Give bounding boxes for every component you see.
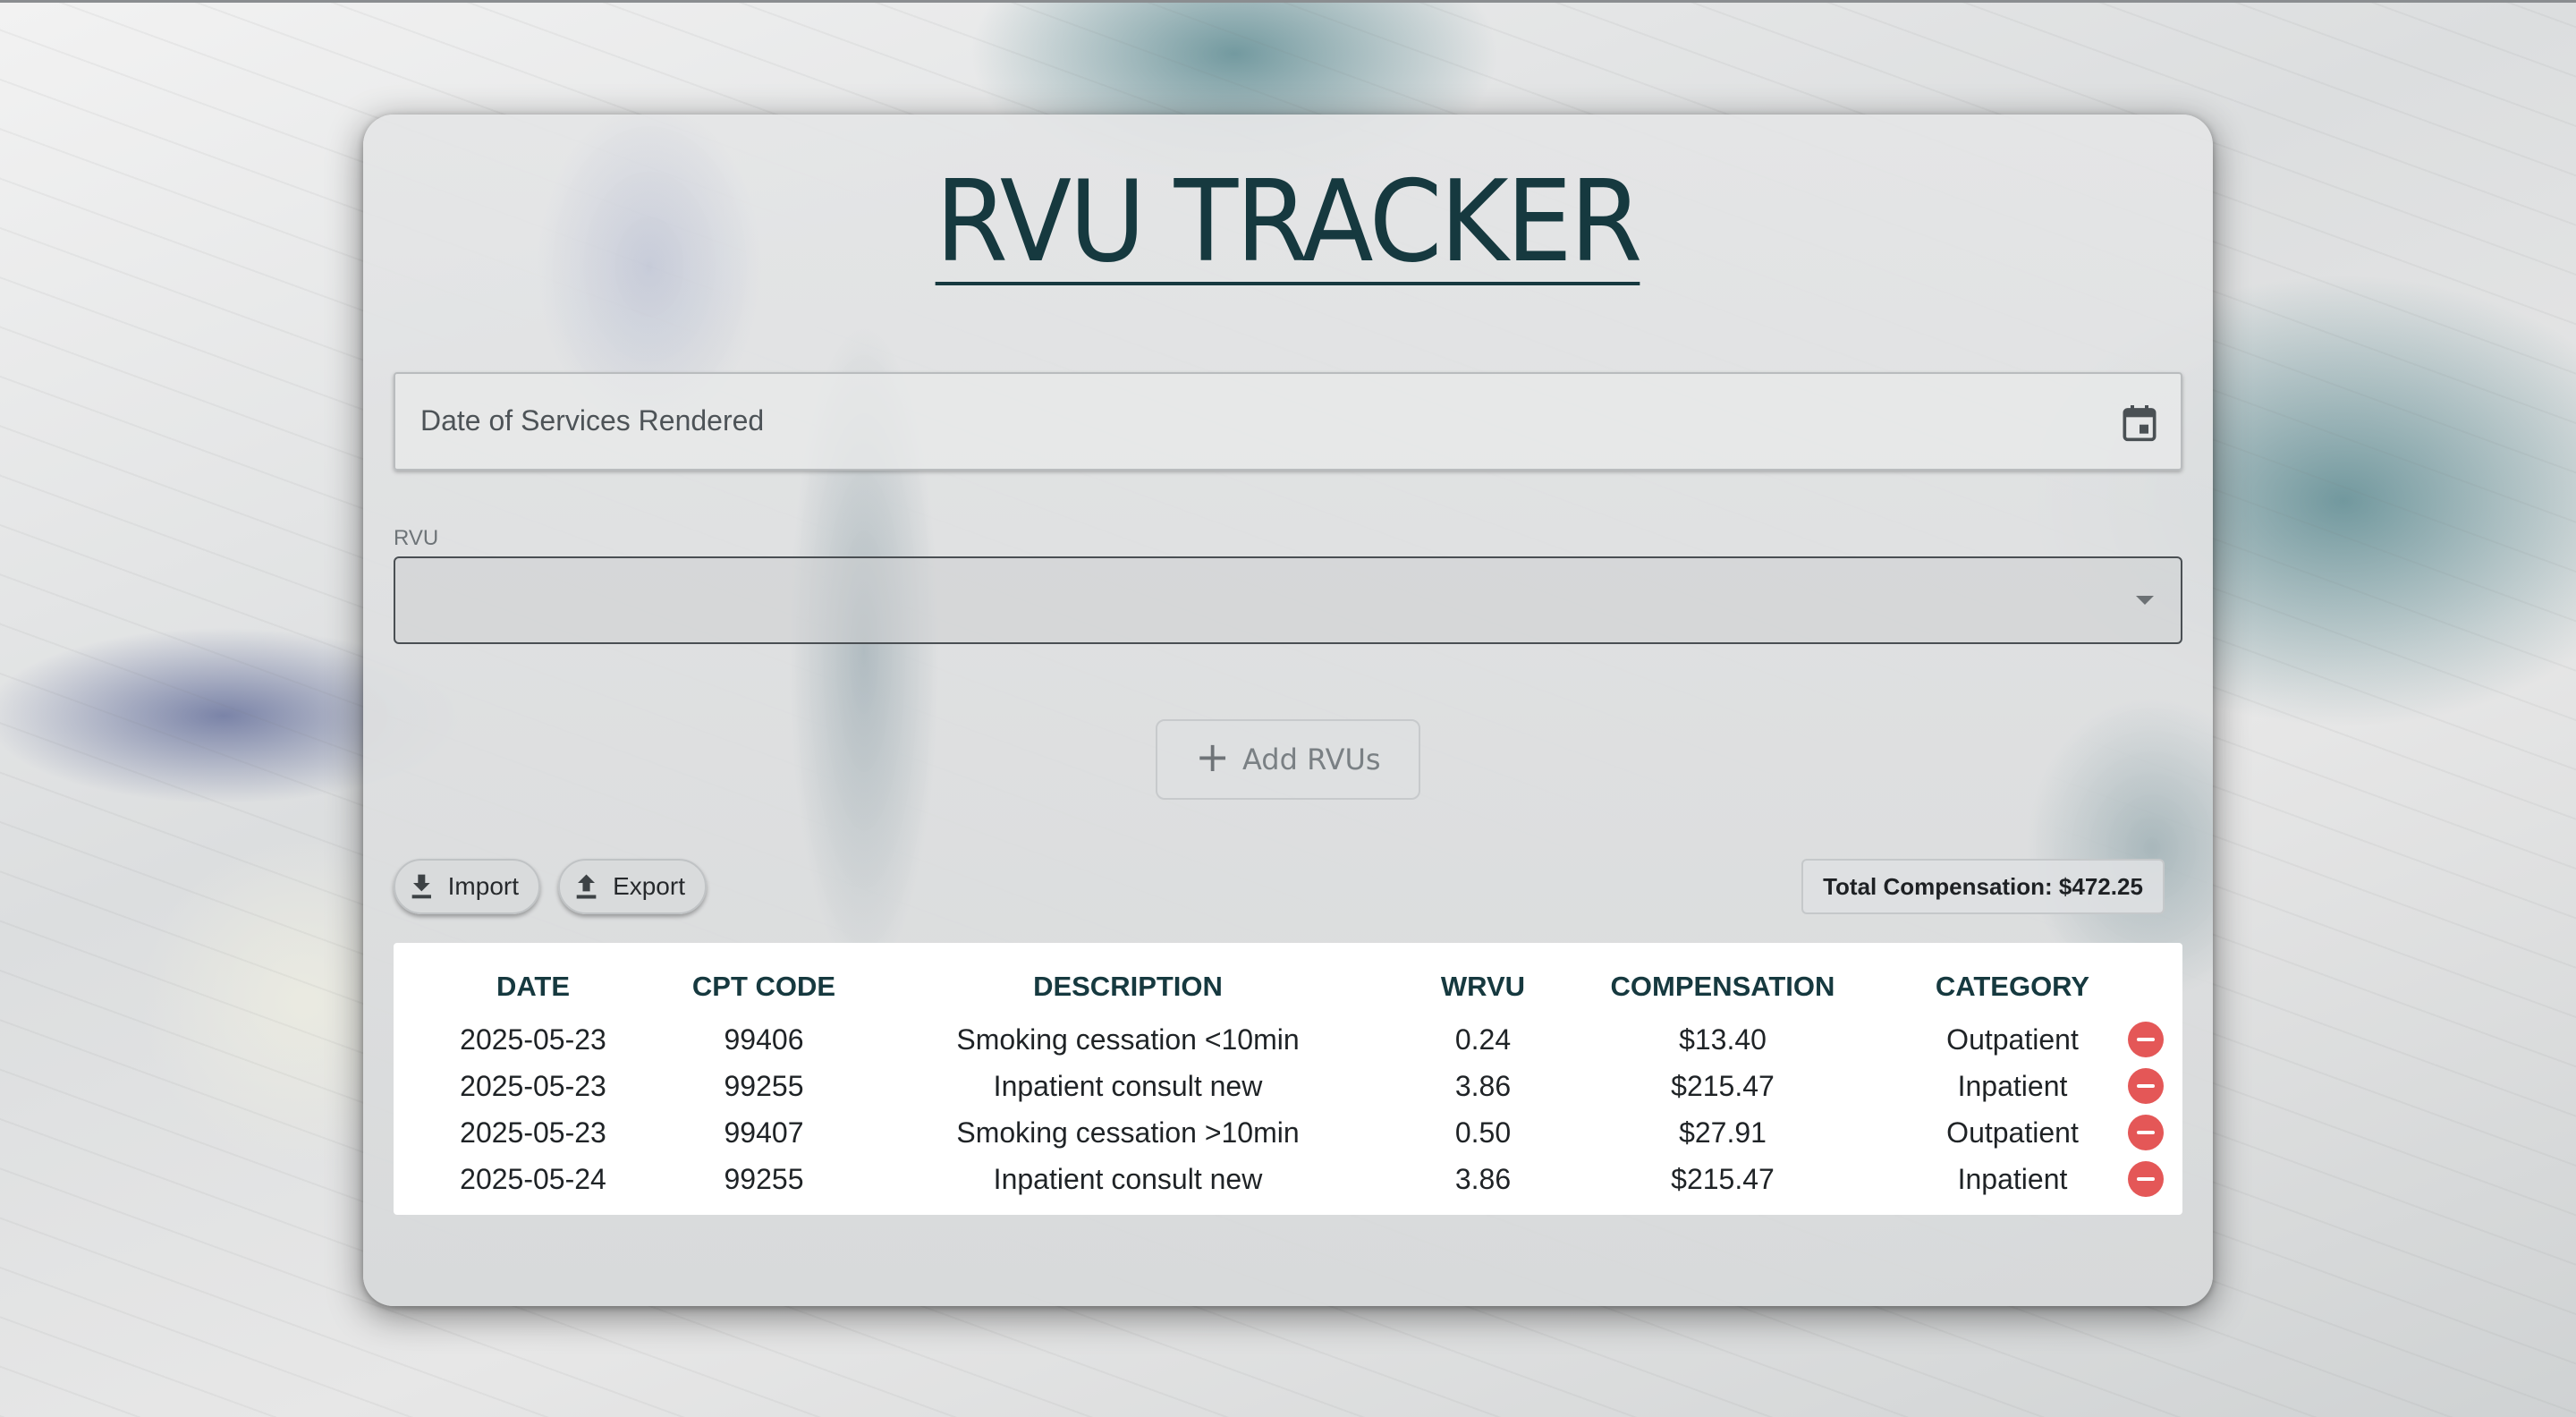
rvu-label: RVU [394, 526, 439, 550]
table-row: 2025-05-24 99255 Inpatient consult new 3… [394, 1156, 2182, 1202]
total-compensation-badge: Total Compensation: $472.25 [1801, 859, 2165, 914]
remove-circle-icon[interactable] [2128, 1161, 2164, 1198]
export-label: Export [613, 872, 685, 900]
rvu-table: DATE CPT CODE DESCRIPTION WRVU COMPENSAT… [394, 943, 2182, 1202]
column-header-date: DATE [496, 971, 571, 1002]
cell-category: Inpatient [1957, 1162, 2068, 1195]
export-button[interactable]: Export [558, 859, 707, 914]
cell-date: 2025-05-23 [460, 1022, 606, 1056]
page-title-text: RVU TRACKER [936, 156, 1643, 287]
column-header-category: CATEGORY [1935, 971, 2090, 1002]
cell-wrvu: 3.86 [1454, 1069, 1512, 1102]
remove-circle-icon[interactable] [2128, 1068, 2164, 1105]
cell-actions [2128, 1156, 2182, 1202]
import-button[interactable]: Import [394, 859, 540, 914]
calendar-icon[interactable] [2122, 403, 2157, 443]
rvu-select[interactable] [394, 556, 2182, 644]
cell-cpt-code: 99255 [724, 1162, 804, 1195]
window-top-edge [0, 0, 2576, 3]
cell-category: Outpatient [1946, 1022, 2079, 1056]
import-label: Import [447, 872, 519, 900]
date-field-placeholder: Date of Services Rendered [420, 404, 765, 437]
cell-wrvu: 3.86 [1454, 1162, 1512, 1195]
table-row: 2025-05-23 99407 Smoking cessation >10mi… [394, 1109, 2182, 1156]
date-of-service-field[interactable]: Date of Services Rendered [394, 372, 2182, 471]
table-row: 2025-05-23 99406 Smoking cessation <10mi… [394, 1016, 2182, 1063]
cell-compensation: $13.40 [1679, 1022, 1767, 1056]
cell-wrvu: 0.24 [1454, 1022, 1512, 1056]
remove-circle-icon[interactable] [2128, 1115, 2164, 1151]
cell-wrvu: 0.50 [1454, 1116, 1512, 1149]
download-icon [411, 874, 431, 899]
cell-cpt-code: 99407 [724, 1116, 804, 1149]
cell-category: Outpatient [1946, 1116, 2079, 1149]
table-row: 2025-05-23 99255 Inpatient consult new 3… [394, 1063, 2182, 1109]
cell-compensation: $215.47 [1671, 1069, 1775, 1102]
table-header-row: DATE CPT CODE DESCRIPTION WRVU COMPENSAT… [394, 943, 2182, 1016]
cell-compensation: $27.91 [1679, 1116, 1767, 1149]
page-title: RVU TRACKER [0, 159, 2576, 285]
plus-icon: + [1195, 733, 1230, 781]
cell-actions [2128, 1016, 2182, 1063]
cell-cpt-code: 99255 [724, 1069, 804, 1102]
cell-description: Inpatient consult new [993, 1069, 1263, 1102]
cell-date: 2025-05-23 [460, 1069, 606, 1102]
cell-cpt-code: 99406 [724, 1022, 804, 1056]
remove-circle-icon[interactable] [2128, 1022, 2164, 1058]
column-header-cpt-code: CPT CODE [691, 971, 836, 1002]
cell-date: 2025-05-24 [460, 1162, 606, 1195]
cell-actions [2128, 1063, 2182, 1109]
total-compensation-text: Total Compensation: $472.25 [1823, 872, 2143, 900]
chevron-down-icon[interactable] [2136, 596, 2154, 605]
cell-description: Smoking cessation >10min [956, 1116, 1300, 1149]
cell-compensation: $215.47 [1671, 1162, 1775, 1195]
upload-icon [576, 874, 597, 899]
cell-actions [2128, 1109, 2182, 1156]
cell-date: 2025-05-23 [460, 1116, 606, 1149]
add-rvus-button[interactable]: + Add RVUs [1156, 719, 1420, 800]
column-header-actions [2145, 943, 2182, 1016]
cell-category: Inpatient [1957, 1069, 2068, 1102]
column-header-description: DESCRIPTION [1033, 971, 1223, 1002]
cell-description: Smoking cessation <10min [956, 1022, 1300, 1056]
cell-description: Inpatient consult new [993, 1162, 1263, 1195]
rvu-table-container: DATE CPT CODE DESCRIPTION WRVU COMPENSAT… [394, 943, 2182, 1215]
column-header-compensation: COMPENSATION [1610, 971, 1835, 1002]
add-rvus-label: Add RVUs [1241, 742, 1381, 776]
column-header-wrvu: WRVU [1440, 971, 1526, 1002]
